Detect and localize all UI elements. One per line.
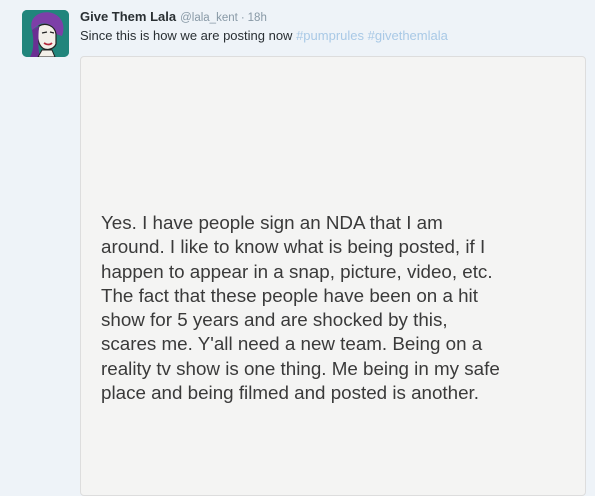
hashtag-givethemlala[interactable]: #givethemlala (368, 28, 448, 43)
avatar[interactable] (22, 10, 69, 57)
tweet-text: Since this is how we are posting now #pu… (80, 27, 448, 44)
note-line: place and being filmed and posted is ano… (101, 382, 479, 404)
profile-avatar-icon (22, 10, 69, 57)
note-line: around. I like to know what is being pos… (101, 236, 486, 258)
tweet-header: Give Them Lala @lala_kent · 18h (80, 9, 267, 25)
note-line: show for 5 years and are shocked by this… (101, 309, 448, 331)
tweet-body: Since this is how we are posting now (80, 28, 293, 43)
note-line: reality tv show is one thing. Me being i… (101, 357, 500, 379)
user-handle[interactable]: @lala_kent (180, 12, 238, 24)
display-name[interactable]: Give Them Lala (80, 9, 176, 24)
note-text: Yes. I have people sign an NDA that I am… (101, 211, 581, 405)
tweet: Give Them Lala @lala_kent · 18h Since this … (0, 0, 595, 496)
tweet-media-image[interactable]: Yes. I have people sign an NDA that I am… (80, 56, 586, 496)
note-line: happen to appear in a snap, picture, vid… (101, 260, 493, 282)
note-line: scares me. Y'all need a new team. Being … (101, 333, 483, 355)
separator-dot: · (240, 12, 245, 24)
timestamp[interactable]: 18h (248, 12, 267, 24)
note-line: The fact that these people have been on … (101, 284, 478, 306)
note-line: Yes. I have people sign an NDA that I am (101, 212, 443, 233)
hashtag-pumprules[interactable]: #pumprules (296, 28, 364, 43)
